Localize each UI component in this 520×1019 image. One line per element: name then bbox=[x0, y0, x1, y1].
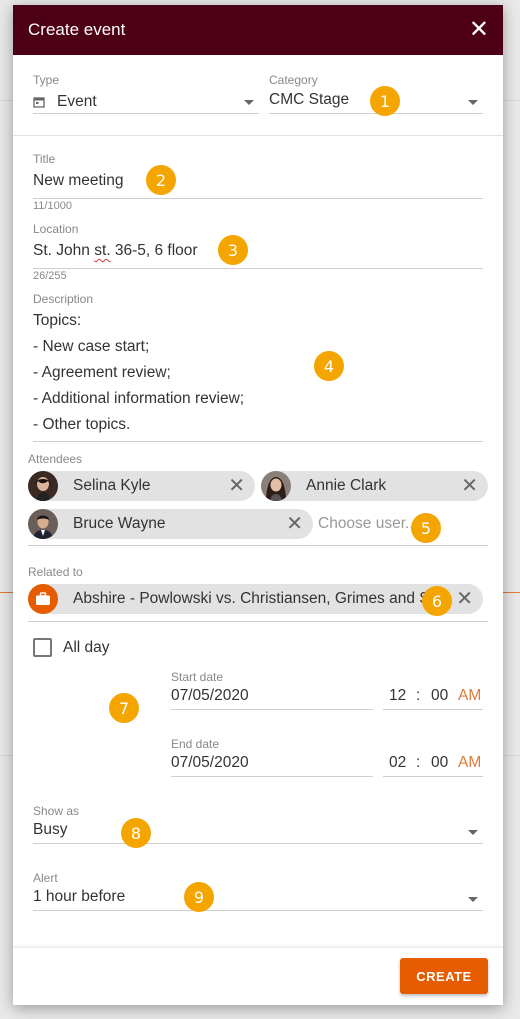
dialog-header: Create event ✕ bbox=[13, 5, 503, 55]
choose-user-input[interactable]: Choose user... bbox=[318, 515, 418, 533]
spellcheck-flagged-word: st. bbox=[94, 242, 111, 259]
description-label: Description bbox=[33, 292, 94, 306]
remove-related-icon[interactable]: ✕ bbox=[456, 589, 473, 609]
callout-badge-6: 6 bbox=[422, 586, 452, 616]
avatar bbox=[28, 471, 58, 501]
related-underline bbox=[28, 621, 488, 622]
alert-underline bbox=[33, 910, 483, 911]
all-day-label: All day bbox=[63, 639, 110, 656]
title-char-counter: 11/1000 bbox=[33, 200, 72, 212]
end-time-underline bbox=[383, 776, 483, 777]
start-time-underline bbox=[383, 709, 483, 710]
end-ampm-toggle[interactable]: AM bbox=[458, 754, 481, 772]
type-select[interactable]: Event bbox=[33, 89, 259, 115]
title-label: Title bbox=[33, 152, 56, 166]
show-as-dropdown-icon[interactable] bbox=[468, 830, 478, 835]
remove-attendee-icon[interactable]: ✕ bbox=[461, 476, 478, 496]
related-chip[interactable]: Abshire - Powlowski vs. Christiansen, Gr… bbox=[28, 584, 483, 614]
category-dropdown-icon[interactable] bbox=[468, 100, 478, 105]
all-day-checkbox[interactable] bbox=[33, 638, 52, 657]
attendee-name: Bruce Wayne bbox=[73, 515, 166, 532]
callout-badge-8: 8 bbox=[121, 818, 151, 848]
start-date-underline bbox=[171, 709, 373, 710]
avatar bbox=[261, 471, 291, 501]
related-case-name: Abshire - Powlowski vs. Christiansen, Gr… bbox=[73, 590, 449, 607]
callout-badge-5: 5 bbox=[411, 513, 441, 543]
alert-select[interactable]: 1 hour before bbox=[33, 888, 125, 906]
start-ampm-toggle[interactable]: AM bbox=[458, 687, 481, 705]
description-textarea[interactable]: Topics: - New case start; - Agreement re… bbox=[33, 308, 483, 438]
type-underline bbox=[33, 113, 259, 114]
location-label: Location bbox=[33, 222, 79, 236]
callout-badge-7: 7 bbox=[109, 693, 139, 723]
dialog-footer: CREATE bbox=[13, 947, 503, 1005]
remove-attendee-icon[interactable]: ✕ bbox=[286, 514, 303, 534]
callout-badge-4: 4 bbox=[314, 351, 344, 381]
callout-badge-2: 2 bbox=[146, 165, 176, 195]
end-minute-input[interactable]: 00 bbox=[431, 754, 448, 772]
title-underline bbox=[33, 198, 483, 199]
avatar bbox=[28, 509, 58, 539]
location-text: St. John bbox=[33, 242, 95, 259]
type-label: Type bbox=[33, 73, 60, 87]
time-separator: : bbox=[416, 687, 421, 704]
start-date-label: Start date bbox=[171, 670, 224, 684]
show-as-label: Show as bbox=[33, 804, 80, 818]
start-hour-input[interactable]: 12 bbox=[389, 687, 406, 705]
related-label: Related to bbox=[28, 565, 83, 579]
location-input[interactable]: St. John st. 36-5, 6 floor bbox=[33, 242, 198, 260]
alert-dropdown-icon[interactable] bbox=[468, 897, 478, 902]
description-line: - New case start; bbox=[33, 338, 150, 355]
attendees-label: Attendees bbox=[28, 452, 83, 466]
description-line: - Other topics. bbox=[33, 416, 131, 433]
create-event-dialog: Create event ✕ Type Event Category CMC S… bbox=[13, 5, 503, 1005]
end-hour-input[interactable]: 02 bbox=[389, 754, 406, 772]
start-minute-input[interactable]: 00 bbox=[431, 687, 448, 705]
show-as-select[interactable]: Busy bbox=[33, 821, 67, 839]
title-input[interactable]: New meeting bbox=[33, 172, 123, 190]
end-date-input[interactable]: 07/05/2020 bbox=[171, 754, 249, 772]
attendee-chip[interactable]: Selina Kyle ✕ bbox=[28, 471, 255, 501]
attendee-name: Annie Clark bbox=[306, 477, 387, 494]
category-label: Category bbox=[269, 73, 318, 87]
location-text: 36-5, 6 floor bbox=[110, 242, 198, 259]
close-icon[interactable]: ✕ bbox=[469, 18, 489, 42]
alert-label: Alert bbox=[33, 871, 58, 885]
location-underline bbox=[33, 268, 483, 269]
show-as-underline bbox=[33, 843, 483, 844]
description-line: - Additional information review; bbox=[33, 390, 245, 407]
attendee-chip[interactable]: Annie Clark ✕ bbox=[261, 471, 488, 501]
callout-badge-1: 1 bbox=[370, 86, 400, 116]
attendee-chip[interactable]: Bruce Wayne ✕ bbox=[28, 509, 313, 539]
location-char-counter: 26/255 bbox=[33, 270, 67, 282]
description-line: - Agreement review; bbox=[33, 364, 171, 381]
type-dropdown-icon[interactable] bbox=[244, 100, 254, 105]
end-date-underline bbox=[171, 776, 373, 777]
attendees-underline bbox=[28, 545, 488, 546]
callout-badge-9: 9 bbox=[184, 882, 214, 912]
section-divider bbox=[13, 135, 503, 136]
callout-badge-3: 3 bbox=[218, 235, 248, 265]
start-date-input[interactable]: 07/05/2020 bbox=[171, 687, 249, 705]
remove-attendee-icon[interactable]: ✕ bbox=[228, 476, 245, 496]
category-select[interactable]: CMC Stage bbox=[269, 91, 349, 109]
calendar-icon bbox=[33, 97, 45, 108]
attendee-name: Selina Kyle bbox=[73, 477, 151, 494]
type-value: Event bbox=[57, 93, 97, 110]
description-underline bbox=[33, 441, 483, 442]
end-date-label: End date bbox=[171, 737, 220, 751]
create-button[interactable]: CREATE bbox=[400, 958, 488, 994]
briefcase-icon bbox=[28, 584, 58, 614]
time-separator: : bbox=[416, 754, 421, 771]
dialog-title: Create event bbox=[28, 20, 126, 39]
description-line: Topics: bbox=[33, 312, 82, 329]
